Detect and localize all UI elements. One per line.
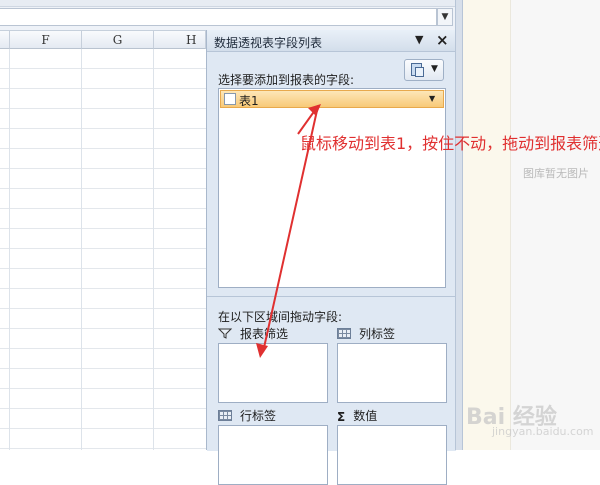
pivot-field-list-panel: 数据透视表字段列表 ▼ × 选择要添加到报表的字段: ▼ 表1 ▼ 在以下区域间…	[206, 30, 456, 485]
layout-icon-overlay	[415, 67, 424, 77]
values-label: 数值	[353, 409, 378, 423]
expand-formula-bar-chevron-icon[interactable]: ▼	[437, 8, 453, 26]
column-labels-label: 列标签	[359, 327, 396, 341]
values-zone[interactable]	[337, 425, 447, 485]
annotation-text: 鼠标移动到表1，按住不动，拖动到报表筛选	[300, 134, 600, 153]
panel-title: 数据透视表字段列表	[214, 36, 323, 50]
column-header-partial[interactable]	[0, 31, 10, 49]
filter-icon	[218, 328, 232, 339]
close-icon[interactable]: ×	[436, 31, 449, 49]
choose-fields-label: 选择要添加到报表的字段:	[218, 73, 355, 87]
no-image-text: 图库暂无图片	[523, 167, 589, 180]
sigma-icon: Σ	[337, 410, 346, 424]
row-labels-label: 行标签	[240, 409, 277, 423]
formula-input[interactable]	[0, 8, 437, 26]
image-placeholder	[510, 0, 600, 450]
formula-bar: ▼	[0, 0, 455, 31]
drag-fields-label: 在以下区域间拖动字段:	[218, 310, 343, 324]
row-labels-header: 行标签	[218, 407, 276, 424]
column-labels-header: 列标签	[337, 325, 395, 342]
field-dropdown-chevron-icon[interactable]: ▼	[429, 94, 435, 103]
row-labels-icon	[218, 410, 232, 421]
field-checkbox[interactable]	[224, 93, 236, 105]
cell-grid[interactable]	[0, 49, 206, 450]
field-label: 表1	[239, 94, 259, 108]
report-filter-header: 报表筛选	[218, 325, 288, 342]
column-labels-zone[interactable]	[337, 343, 447, 403]
drag-fields-area: 在以下区域间拖动字段: 报表筛选 列标签 行标签 Σ 数值	[207, 296, 456, 485]
column-labels-icon	[337, 328, 351, 339]
panel-options-chevron-icon[interactable]: ▼	[415, 33, 423, 46]
column-header-f[interactable]: F	[10, 31, 82, 49]
report-filter-zone[interactable]	[218, 343, 328, 403]
values-header: Σ 数值	[337, 407, 377, 424]
ribbon-edge	[0, 0, 455, 7]
layout-options-button[interactable]: ▼	[404, 59, 444, 81]
column-header-h[interactable]: H	[154, 31, 206, 49]
chevron-down-icon: ▼	[431, 64, 438, 74]
report-filter-label: 报表筛选	[240, 327, 289, 341]
panel-scrollbar[interactable]	[455, 0, 463, 450]
column-header-g[interactable]: G	[82, 31, 154, 49]
field-item-table1[interactable]: 表1 ▼	[220, 90, 444, 108]
panel-title-bar: 数据透视表字段列表 ▼ ×	[207, 30, 456, 52]
watermark-url: jingyan.baidu.com	[492, 425, 594, 438]
field-list-box: 表1 ▼	[218, 88, 446, 288]
page-sidebar-background	[463, 0, 600, 450]
row-labels-zone[interactable]	[218, 425, 328, 485]
